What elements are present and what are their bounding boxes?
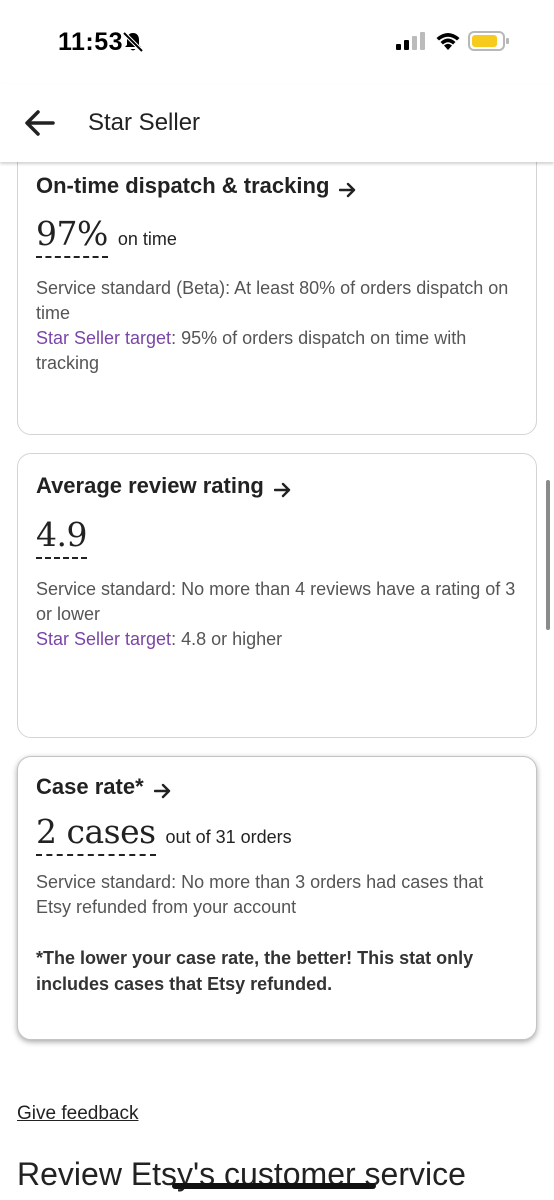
page-title: Star Seller — [88, 109, 201, 136]
target-label: Star Seller target — [36, 629, 172, 650]
dispatch-metric: 97% on time — [36, 215, 518, 259]
arrow-right-icon — [153, 779, 172, 799]
review-rating-link[interactable]: Average review rating — [36, 473, 518, 499]
rating-metric: 4.9 — [36, 516, 518, 560]
signal-icon — [396, 32, 426, 50]
card-title: Case rate* — [36, 774, 144, 799]
metric-value[interactable]: 2 cases — [36, 813, 156, 857]
target-text: : 4.8 or higher — [171, 629, 283, 650]
case-rate-note: *The lower your case rate, the better! T… — [36, 948, 474, 995]
home-indicator[interactable] — [172, 1183, 376, 1189]
standard-label: Service standard — [36, 872, 172, 893]
target-label: Star Seller target — [36, 328, 172, 349]
battery-icon — [468, 30, 510, 52]
review-rating-card: Average review rating 4.9 Service standa… — [17, 453, 537, 738]
metric-value[interactable]: 97% — [36, 215, 108, 259]
case-rate-card: Case rate* 2 cases out of 31 orders Serv… — [17, 756, 537, 1040]
card-description: Service standard: No more than 3 orders … — [36, 870, 518, 920]
status-bar: 11:53 — [0, 0, 554, 84]
status-time: 11:53 — [58, 28, 124, 56]
metric-value[interactable]: 4.9 — [36, 516, 87, 560]
back-arrow-icon[interactable] — [24, 108, 56, 138]
arrow-right-icon — [339, 178, 357, 198]
card-title: Average review rating — [36, 473, 264, 498]
scrollbar[interactable] — [546, 480, 550, 630]
arrow-right-icon — [273, 478, 292, 498]
give-feedback-link[interactable]: Give feedback — [17, 1103, 138, 1125]
metric-suffix: out of 31 orders — [165, 827, 292, 847]
card-description: Service standard (Beta): At least 80% of… — [36, 276, 518, 376]
dispatch-tracking-link[interactable]: On-time dispatch & tracking — [36, 173, 518, 199]
card-title: On-time dispatch & tracking — [36, 173, 330, 198]
case-metric: 2 cases out of 31 orders — [36, 813, 518, 857]
standard-label: Service standard (Beta) — [36, 278, 226, 299]
case-rate-link[interactable]: Case rate* — [36, 774, 518, 800]
scroll-content[interactable]: On-time dispatch & tracking 97% on time … — [0, 162, 554, 1200]
card-description: Service standard: No more than 4 reviews… — [36, 577, 518, 652]
bell-slash-icon — [122, 31, 144, 53]
dispatch-tracking-card: On-time dispatch & tracking 97% on time … — [17, 162, 537, 435]
wifi-icon — [435, 30, 461, 52]
metric-suffix: on time — [117, 229, 177, 249]
standard-label: Service standard — [36, 579, 172, 600]
app-header: Star Seller — [0, 84, 554, 162]
